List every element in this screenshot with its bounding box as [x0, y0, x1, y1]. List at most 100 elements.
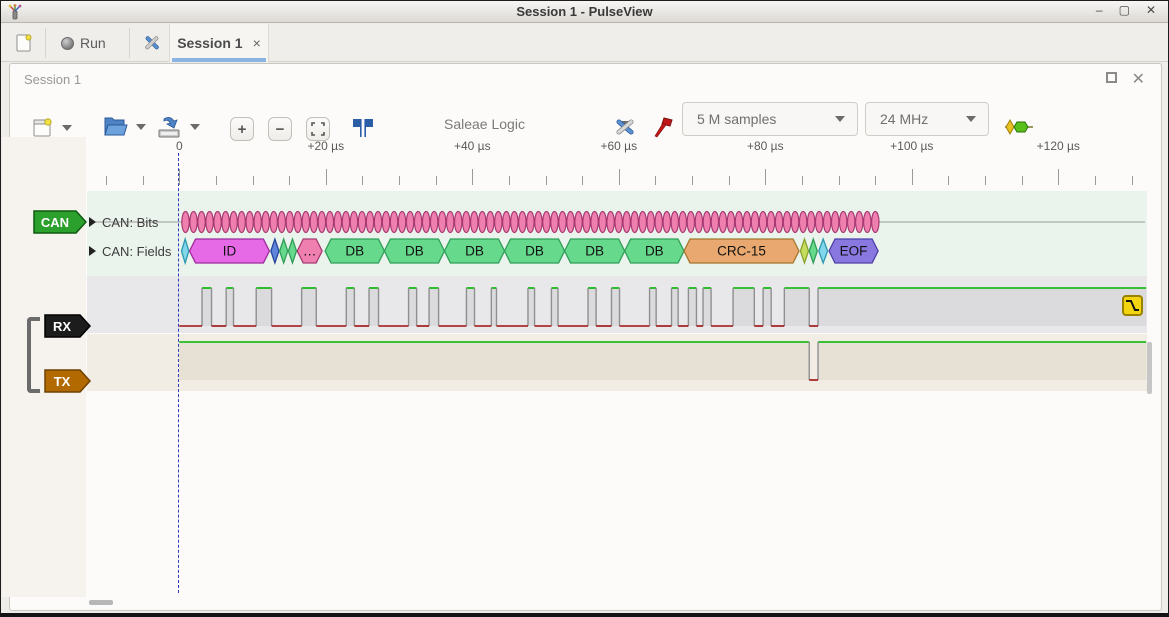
- minimize-icon[interactable]: –: [1096, 3, 1103, 17]
- bit-annotation: [591, 212, 598, 233]
- trigger-marker[interactable]: [1122, 295, 1143, 316]
- ruler-tick: [582, 176, 583, 185]
- chevron-down-icon[interactable]: [190, 124, 200, 130]
- bit-annotation: [487, 212, 494, 233]
- field-annotation-label: DB: [405, 244, 424, 259]
- new-session-button[interactable]: [9, 28, 39, 58]
- field-annotation-label: DB: [345, 244, 364, 259]
- field-annotation-label: DB: [525, 244, 544, 259]
- rx-channel-tag[interactable]: RX: [44, 314, 92, 338]
- time-marker-line[interactable]: [178, 153, 179, 593]
- ruler-tick: [1132, 176, 1133, 185]
- ruler-tick: [546, 176, 547, 185]
- bit-annotation: [671, 212, 678, 233]
- sample-rate-select[interactable]: 24 MHz: [865, 102, 989, 136]
- field-annotation-label: DB: [465, 244, 484, 259]
- rx-high-fill: [302, 288, 317, 326]
- add-decoder-button[interactable]: [1004, 118, 1034, 136]
- bit-annotation: [663, 212, 670, 233]
- title-bar: Session 1 - PulseView – ▢ ✕: [1, 1, 1168, 23]
- bit-annotation: [302, 212, 309, 233]
- chevron-down-icon: [835, 116, 845, 122]
- maximize-icon[interactable]: ▢: [1119, 3, 1130, 17]
- bit-annotation: [864, 212, 871, 233]
- ruler-label: +120 µs: [1037, 139, 1080, 153]
- ruler-tick: [619, 169, 620, 185]
- bit-annotation: [783, 212, 790, 233]
- rx-high-fill: [429, 288, 439, 326]
- rx-high-fill: [256, 288, 271, 326]
- sample-count-select[interactable]: 5 M samples: [682, 102, 858, 136]
- tools-icon: [141, 32, 163, 54]
- can-decoder-tag[interactable]: CAN: [33, 210, 87, 234]
- bit-annotation: [735, 212, 742, 233]
- trace-canvas[interactable]: ID…DBDBDBDBDBDBCRC-15EOF: [87, 187, 1147, 393]
- bit-annotation: [238, 212, 245, 233]
- settings-button[interactable]: [135, 28, 169, 58]
- vertical-scrollbar-thumb[interactable]: [1147, 342, 1152, 394]
- bit-annotation: [455, 212, 462, 233]
- zoom-fit-icon: [311, 122, 325, 136]
- tab-close-icon[interactable]: ×: [253, 35, 261, 51]
- main-toolbar: Run Session 1 ×: [1, 24, 1168, 62]
- ruler-tick: [399, 176, 400, 185]
- bit-annotation: [294, 212, 301, 233]
- bit-annotation: [719, 212, 726, 233]
- bit-annotation: [655, 212, 662, 233]
- bit-annotation: [366, 212, 373, 233]
- bit-annotation: [390, 212, 397, 233]
- ruler-label: +40 µs: [454, 139, 491, 153]
- device-name: Saleae Logic: [444, 116, 525, 132]
- pulseview-window: Session 1 - PulseView – ▢ ✕ Run Se: [0, 0, 1169, 617]
- session-title: Session 1: [24, 72, 81, 87]
- field-annotation: [819, 239, 828, 263]
- ruler-tick: [839, 176, 840, 185]
- bit-annotation: [198, 212, 205, 233]
- rx-high-fill: [551, 288, 558, 326]
- falling-edge-icon: [1124, 297, 1141, 314]
- bit-annotation: [230, 212, 237, 233]
- horizontal-scrollbar-thumb[interactable]: [89, 600, 113, 605]
- bit-annotation: [679, 212, 686, 233]
- window-title: Session 1 - PulseView: [1, 4, 1168, 19]
- bit-annotation: [583, 212, 590, 233]
- bit-annotation: [270, 212, 277, 233]
- row-label-can-fields[interactable]: CAN: Fields: [102, 244, 171, 259]
- bit-annotation: [607, 212, 614, 233]
- run-button[interactable]: Run: [55, 28, 112, 58]
- bit-annotation: [414, 212, 421, 233]
- bit-annotation: [527, 212, 534, 233]
- expander-fields-icon[interactable]: [89, 246, 96, 256]
- bit-annotation: [823, 212, 830, 233]
- ruler-tick: [472, 169, 473, 185]
- tx-high-fill: [179, 342, 809, 380]
- ruler-tick: [289, 176, 290, 185]
- bit-annotation: [310, 212, 317, 233]
- bit-annotation: [687, 212, 694, 233]
- tab-session-1[interactable]: Session 1 ×: [169, 24, 269, 62]
- chevron-down-icon[interactable]: [62, 125, 72, 131]
- ruler-tick: [948, 176, 949, 185]
- ruler-tick: [362, 176, 363, 185]
- expander-bits-icon[interactable]: [89, 217, 96, 227]
- bit-annotation: [446, 212, 453, 233]
- session-close-icon[interactable]: ✕: [1132, 69, 1145, 89]
- device-select[interactable]: Saleae Logic: [444, 116, 631, 132]
- time-ruler[interactable]: 0+20 µs+40 µs+60 µs+80 µs+100 µs+120 µs: [1, 137, 1168, 187]
- bit-annotation: [350, 212, 357, 233]
- channel-group-bracket[interactable]: [27, 317, 40, 393]
- close-icon[interactable]: ✕: [1146, 3, 1156, 17]
- chevron-down-icon[interactable]: [136, 124, 146, 130]
- row-label-can-bits[interactable]: CAN: Bits: [102, 215, 158, 230]
- bit-annotation: [463, 212, 470, 233]
- ruler-label: +100 µs: [890, 139, 933, 153]
- bit-annotation: [615, 212, 622, 233]
- float-window-icon[interactable]: [1106, 72, 1117, 83]
- ruler-tick: [655, 176, 656, 185]
- bit-annotation: [495, 212, 502, 233]
- bit-annotation: [374, 212, 381, 233]
- bit-annotation: [182, 212, 189, 233]
- field-annotation-label: EOF: [840, 244, 868, 259]
- ruler-tick: [1058, 169, 1059, 185]
- tx-channel-tag[interactable]: TX: [44, 369, 92, 393]
